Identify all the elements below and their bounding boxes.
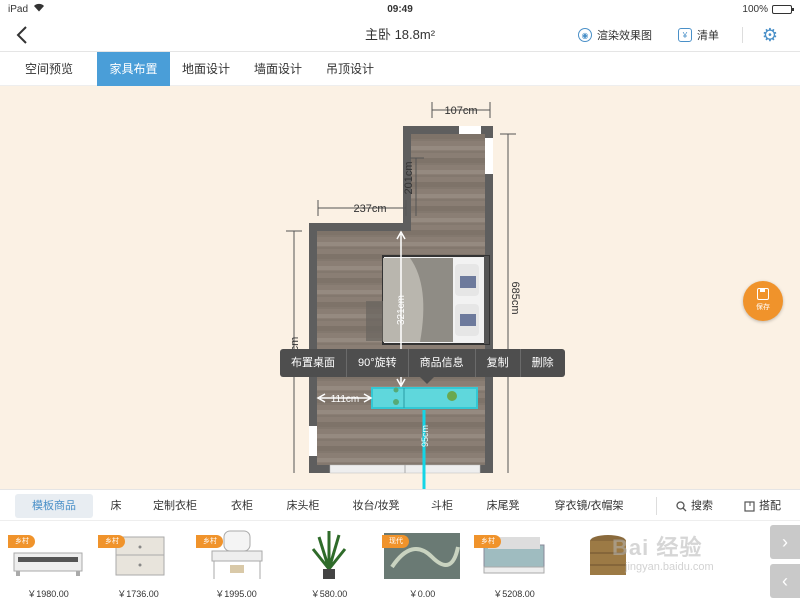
nav-bar: 主卧 18.8m² ◉ 渲染效果图 ¥ 清单 ⚙ xyxy=(0,18,800,52)
search-button[interactable]: 搜索 xyxy=(676,490,713,522)
tab-wall-design[interactable]: 墙面设计 xyxy=(244,52,312,86)
battery-icon xyxy=(772,4,794,14)
menu-rotate-90[interactable]: 90°旋转 xyxy=(347,349,409,377)
product-price: ￥1995.00 xyxy=(215,589,257,599)
device-name: iPad xyxy=(8,3,29,15)
dim-bed-vertical-label: 321cm xyxy=(396,295,407,325)
product-card-tv-cabinet[interactable]: 乡村 ￥1980.00 xyxy=(4,525,92,599)
save-disk-icon xyxy=(757,288,769,300)
category-chest[interactable]: 斗柜 xyxy=(424,494,460,518)
watermark-url: jingyan.baidu.com xyxy=(625,561,714,573)
tab-floor-design[interactable]: 地面设计 xyxy=(172,52,240,86)
product-card-plant[interactable]: ￥580.00 xyxy=(285,525,373,599)
chevron-left-icon xyxy=(16,26,27,44)
page-title: 主卧 18.8m² xyxy=(364,27,436,42)
product-card-nightstand[interactable]: 乡村 ￥1736.00 xyxy=(94,525,182,599)
category-mirror-coatrack[interactable]: 穿衣镜/衣帽架 xyxy=(548,494,630,518)
category-divider xyxy=(656,497,657,515)
clock: 09:49 xyxy=(387,3,413,15)
product-style-tag: 乡村 xyxy=(98,535,125,548)
dim-right-vertical-label: 685cm xyxy=(509,281,521,314)
product-style-tag: 现代 xyxy=(382,535,409,548)
context-menu-pointer xyxy=(420,377,434,384)
window-right-upper xyxy=(485,138,493,174)
plant-image xyxy=(311,531,347,579)
category-bar: 模板商品 床 定制衣柜 衣柜 床头柜 妆台/妆凳 斗柜 床尾凳 穿衣镜/衣帽架 … xyxy=(0,489,800,521)
render-label: 渲染效果图 xyxy=(597,30,652,42)
product-card-bed[interactable]: 乡村 ￥5208.00 xyxy=(470,525,558,599)
category-custom-wardrobe[interactable]: 定制衣柜 xyxy=(146,494,204,518)
tab-furniture-layout[interactable]: 家具布置 xyxy=(97,52,170,86)
prev-page-button[interactable]: ‹ xyxy=(770,564,800,598)
tab-space-preview[interactable]: 空间预览 xyxy=(12,52,86,86)
chevron-left-icon: ‹ xyxy=(782,571,788,591)
menu-copy[interactable]: 复制 xyxy=(476,349,521,377)
product-card-dressing-table[interactable]: 乡村 ￥1995.00 xyxy=(192,525,280,599)
render-icon: ◉ xyxy=(578,28,592,42)
dim-desk-bottom-label: 95cm xyxy=(420,425,430,447)
window-left-lower xyxy=(309,426,317,456)
product-price: ￥1980.00 xyxy=(27,589,69,599)
category-dresser[interactable]: 妆台/妆凳 xyxy=(346,494,406,518)
floorplan-canvas[interactable]: 107cm 201cm 237cm 685cm 321cm cm 111cm 9… xyxy=(0,86,800,489)
category-bed[interactable]: 床 xyxy=(104,494,128,518)
category-bench[interactable]: 床尾凳 xyxy=(480,494,526,518)
match-label: 搭配 xyxy=(759,500,781,512)
product-price: ￥580.00 xyxy=(310,589,348,599)
search-icon xyxy=(676,500,687,511)
match-icon xyxy=(744,500,755,512)
floorplan-drawing: 107cm 201cm 237cm 685cm 321cm cm 111cm 9… xyxy=(286,102,521,489)
window-top xyxy=(459,126,481,134)
wifi-icon xyxy=(33,3,45,15)
chevron-right-icon: › xyxy=(782,532,788,552)
dim-desk-left-label: 111cm xyxy=(331,394,360,405)
back-button[interactable] xyxy=(14,22,40,48)
selected-desk-object[interactable] xyxy=(371,387,478,409)
product-style-tag: 乡村 xyxy=(8,535,35,548)
product-card-painting[interactable]: 现代 ￥0.00 xyxy=(378,525,466,599)
menu-product-info[interactable]: 商品信息 xyxy=(409,349,476,377)
list-icon: ¥ xyxy=(678,28,692,42)
product-price: ￥0.00 xyxy=(408,589,436,599)
product-price: ￥5208.00 xyxy=(493,589,535,599)
save-label: 保存 xyxy=(756,304,770,311)
product-style-tag: 乡村 xyxy=(196,535,223,548)
menu-arrange-desktop[interactable]: 布置桌面 xyxy=(280,349,347,377)
next-page-button[interactable]: › xyxy=(770,525,800,559)
match-button[interactable]: 搭配 xyxy=(744,490,781,522)
dim-upper-vertical-label: 201cm xyxy=(403,161,415,194)
product-style-tag: 乡村 xyxy=(474,535,501,548)
dim-top-label: 107cm xyxy=(444,105,477,117)
save-button[interactable]: 保存 xyxy=(743,281,783,321)
category-template-products[interactable]: 模板商品 xyxy=(15,494,93,518)
battery-percent: 100% xyxy=(742,3,768,15)
bedside-shadow xyxy=(366,301,383,341)
product-price: ￥1736.00 xyxy=(117,589,159,599)
dim-left-horizontal-label: 237cm xyxy=(353,203,386,215)
list-label: 清单 xyxy=(697,30,719,42)
object-context-menu: 布置桌面 90°旋转 商品信息 复制 删除 xyxy=(280,349,565,377)
design-tab-bar: 空间预览 家具布置 地面设计 墙面设计 吊顶设计 xyxy=(0,52,800,86)
search-label: 搜索 xyxy=(691,500,713,512)
watermark-logo: Bai 经验 xyxy=(612,535,703,560)
render-button[interactable]: ◉ 渲染效果图 xyxy=(578,18,652,52)
category-wardrobe[interactable]: 衣柜 xyxy=(224,494,260,518)
gear-icon: ⚙ xyxy=(761,25,779,45)
nav-divider xyxy=(742,27,743,43)
settings-button[interactable]: ⚙ xyxy=(760,25,780,45)
list-button[interactable]: ¥ 清单 xyxy=(678,18,719,52)
menu-delete[interactable]: 删除 xyxy=(521,349,565,377)
tab-ceiling-design[interactable]: 吊顶设计 xyxy=(316,52,384,86)
status-bar: iPad 09:49 100% xyxy=(0,0,800,18)
category-nightstand[interactable]: 床头柜 xyxy=(280,494,326,518)
